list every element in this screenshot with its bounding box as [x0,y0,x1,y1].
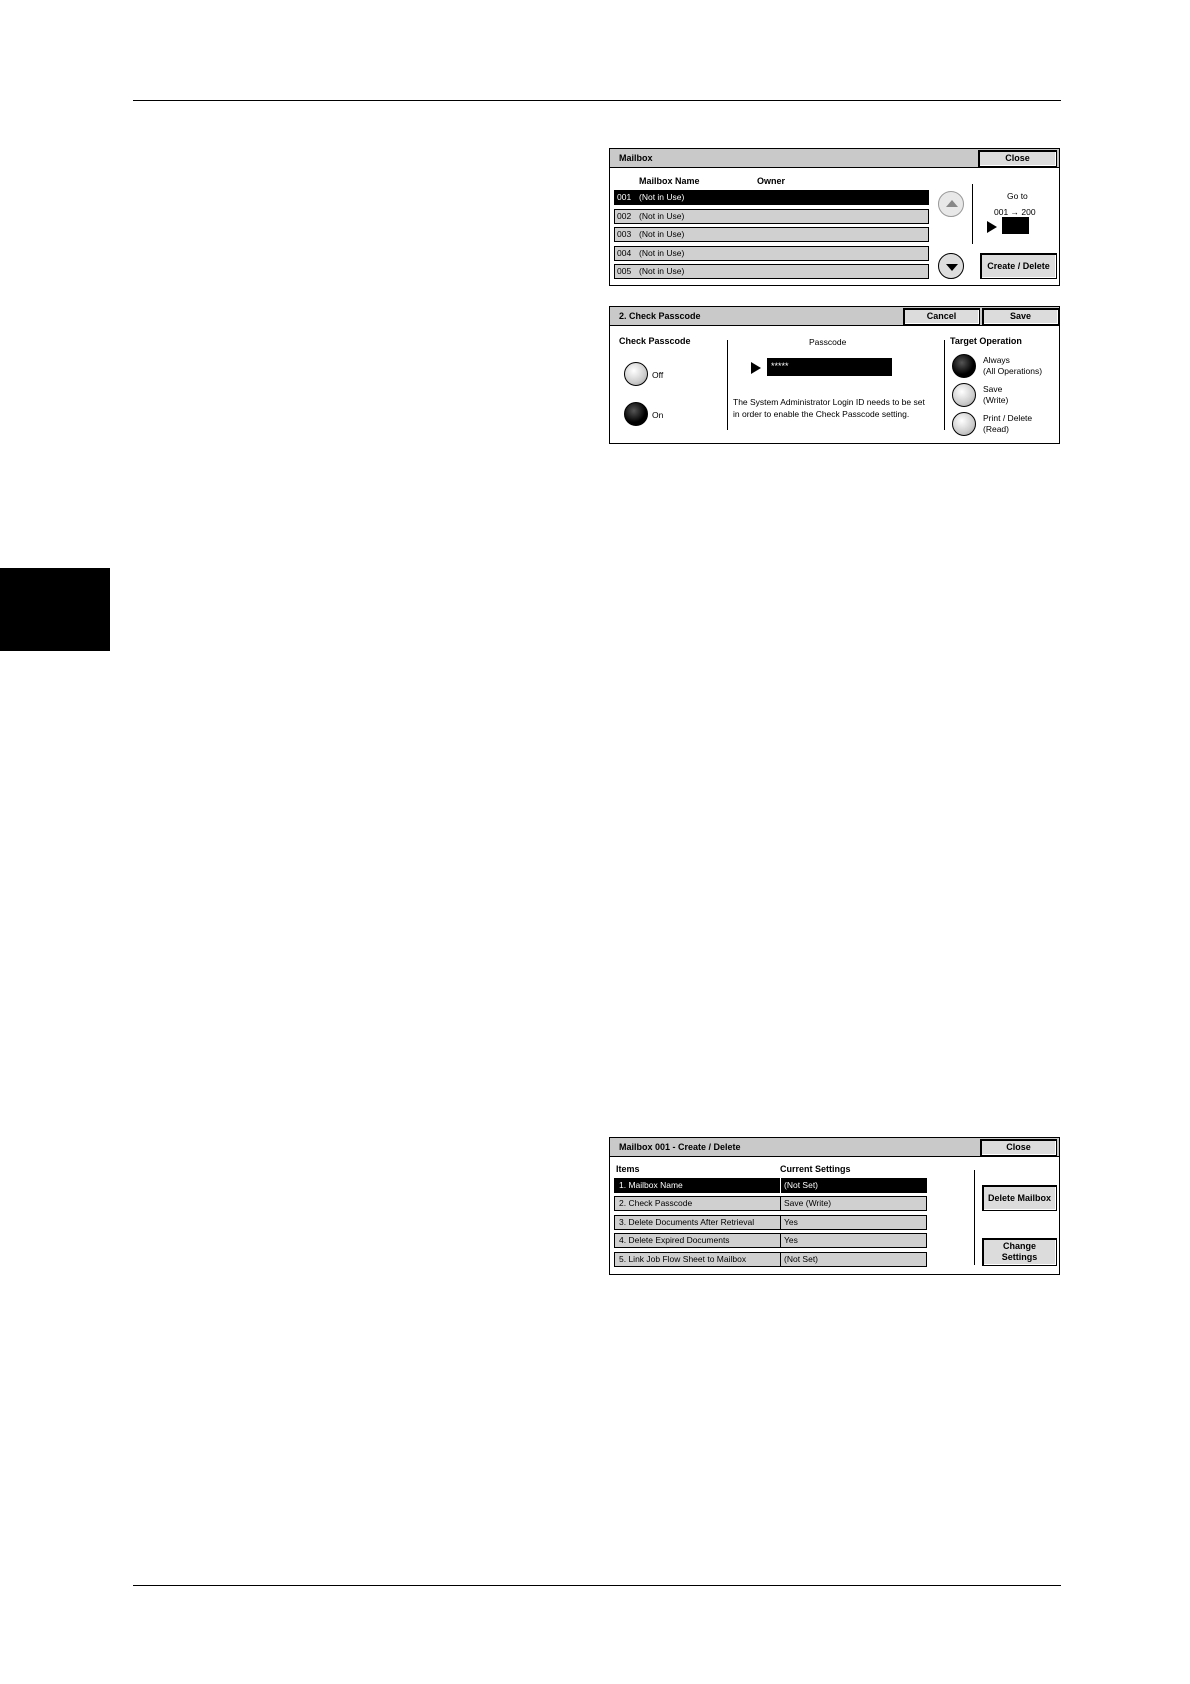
cancel-button[interactable]: Cancel [903,308,980,325]
mailbox-row[interactable]: 002 (Not in Use) [614,209,929,224]
always-radio[interactable] [952,354,976,378]
delete-mailbox-button[interactable]: Delete Mailbox [982,1185,1057,1211]
change-settings-button[interactable]: Change Settings [982,1238,1057,1266]
col-owner: Owner [757,176,786,186]
save-label: Save [983,384,1003,394]
off-label: Off [652,370,664,380]
divider [944,340,945,430]
on-radio[interactable] [624,402,648,426]
print-delete-sublabel: (Read) [983,424,1009,434]
scroll-down-button[interactable] [938,253,964,279]
settings-row[interactable]: 5. Link Job Flow Sheet to Mailbox (Not Se… [614,1252,927,1267]
on-label: On [652,410,664,420]
always-label: Always [983,355,1010,365]
mailbox-row[interactable]: 004 (Not in Use) [614,246,929,261]
print-delete-label: Print / Delete [983,413,1033,423]
passcode-header: Passcode [809,337,847,347]
passcode-input[interactable]: ***** [767,358,892,376]
divider [727,340,728,430]
settings-row[interactable]: 3. Delete Documents After Retrieval Yes [614,1215,927,1230]
goto-label: Go to [1007,191,1028,201]
note-line-1: The System Administrator Login ID needs … [733,397,925,407]
close-button[interactable]: Close [978,150,1057,167]
scroll-up-button[interactable] [938,191,964,217]
print-delete-radio[interactable] [952,412,976,436]
save-write-radio[interactable] [952,383,976,407]
goto-range: 001 → 200 [994,207,1036,217]
save-sublabel: (Write) [983,395,1009,405]
settings-row[interactable]: 2. Check Passcode Save (Write) [614,1196,927,1211]
target-operation-header: Target Operation [950,336,1022,346]
create-delete-panel: Mailbox 001 - Create / Delete Close Item… [609,1137,1060,1275]
arrow-up-icon [946,200,958,207]
top-rule [133,100,1061,101]
pointer-icon [751,362,761,374]
settings-row[interactable]: 4. Delete Expired Documents Yes [614,1233,927,1248]
divider [974,1170,975,1265]
save-button[interactable]: Save [982,308,1059,325]
off-radio[interactable] [624,362,648,386]
col-mailbox-name: Mailbox Name [639,176,700,186]
always-sublabel: (All Operations) [983,366,1043,376]
mailbox-row[interactable]: 001 (Not in Use) [614,190,929,205]
settings-row[interactable]: 1. Mailbox Name (Not Set) [614,1178,927,1193]
check-passcode-header: Check Passcode [619,336,691,346]
pointer-icon [987,221,997,233]
change-settings-line-2: Settings [1001,1252,1038,1262]
check-passcode-panel: 2. Check Passcode Cancel Save Check Pass… [609,306,1060,444]
bottom-rule [133,1585,1061,1586]
col-current-settings: Current Settings [780,1164,851,1174]
mailbox-row[interactable]: 005 (Not in Use) [614,264,929,279]
chapter-tab [0,568,110,651]
change-settings-line-1: Change [1002,1241,1036,1251]
note-line-2: in order to enable the Check Passcode se… [733,409,910,419]
divider [972,184,973,244]
goto-input[interactable] [1002,217,1029,234]
arrow-down-icon [946,264,958,271]
col-items: Items [616,1164,640,1174]
mailbox-row[interactable]: 003 (Not in Use) [614,227,929,242]
mailbox-panel: Mailbox Close Mailbox Name Owner 001 (Not… [609,148,1060,286]
create-delete-button[interactable]: Create / Delete [980,253,1057,279]
close-button[interactable]: Close [980,1139,1057,1156]
